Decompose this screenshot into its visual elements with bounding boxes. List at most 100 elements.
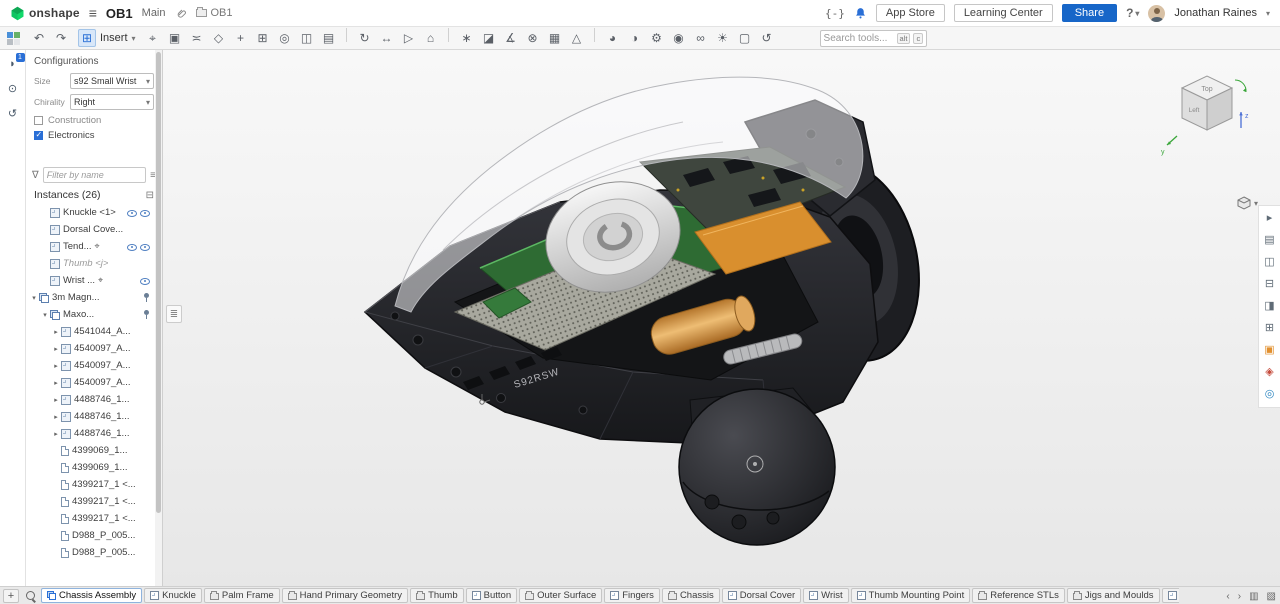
instance-row[interactable]: 4399217_1 <... <box>26 493 152 510</box>
tree-chevron-icon[interactable]: ▾ <box>29 294 39 302</box>
snap-mode-icon[interactable]: ◇ <box>208 28 230 48</box>
eye-icon[interactable] <box>140 276 150 285</box>
tab-knuckle[interactable]: Knuckle <box>144 588 202 603</box>
electronics-checkbox-row[interactable]: Electronics <box>34 130 154 141</box>
document-menu-icon[interactable]: ≡ <box>89 5 97 21</box>
display-states-icon[interactable]: ◑ <box>624 28 646 48</box>
bom-table-icon[interactable]: ▦ <box>544 28 566 48</box>
measure-icon[interactable]: ∡ <box>500 28 522 48</box>
search-tools-input[interactable] <box>824 33 894 44</box>
instance-row[interactable]: ▸4488746_1... <box>26 425 152 442</box>
render-panel-icon[interactable]: ◈ <box>1262 365 1278 380</box>
translate-icon[interactable]: ↔ <box>376 28 398 48</box>
tab-manager-icon[interactable]: ▥ <box>1249 591 1258 602</box>
scroll-tabs-left-icon[interactable]: ‹ <box>1226 591 1229 602</box>
tab-jigs-and-moulds[interactable]: Jigs and Moulds <box>1067 588 1160 603</box>
share-button[interactable]: Share <box>1062 4 1117 22</box>
instance-row[interactable]: ▾Maxo... <box>26 306 152 323</box>
tree-chevron-icon[interactable]: ▸ <box>51 328 61 336</box>
tab-chassis[interactable]: Chassis <box>662 588 720 603</box>
section-view-icon[interactable]: ◪ <box>478 28 500 48</box>
app-store-button[interactable]: App Store <box>876 4 945 22</box>
tab-reference-stls[interactable]: Reference STLs <box>972 588 1065 603</box>
instances-scrollbar[interactable] <box>155 50 162 586</box>
view-mode-button[interactable]: ▾ <box>1237 196 1258 210</box>
tab-button[interactable]: Button <box>466 588 517 603</box>
search-tabs-icon[interactable] <box>22 589 38 603</box>
electronics-checkbox[interactable] <box>34 131 43 140</box>
scroll-tabs-right-icon[interactable]: › <box>1238 591 1241 602</box>
tab-c[interactable]: C <box>1162 588 1179 603</box>
instance-row[interactable]: 4399069_1... <box>26 442 152 459</box>
instance-row[interactable]: 4399069_1... <box>26 459 152 476</box>
pin-icon[interactable] <box>143 293 150 303</box>
tree-chevron-icon[interactable]: ▸ <box>51 413 61 421</box>
instance-row[interactable]: D988_P_005... <box>26 544 152 561</box>
analysis-panel-icon[interactable]: ◎ <box>1262 387 1278 402</box>
instance-row[interactable]: ▾3m Magn... <box>26 289 152 306</box>
mate-icon[interactable]: ⌖ <box>142 28 164 48</box>
instance-row[interactable]: 4399217_1 <... <box>26 476 152 493</box>
instance-row[interactable]: ▸4540097_A... <box>26 357 152 374</box>
spotlight-icon[interactable]: ☀ <box>712 28 734 48</box>
animate-icon[interactable]: ▷ <box>398 28 420 48</box>
comments-icon[interactable]: ◗1 <box>5 56 21 72</box>
filter-icon[interactable]: ∇ <box>32 170 39 181</box>
tree-chevron-icon[interactable]: ▾ <box>40 311 50 319</box>
tab-wrist[interactable]: Wrist <box>803 588 848 603</box>
circular-pattern-icon[interactable]: ◎ <box>274 28 296 48</box>
thumb-ball[interactable] <box>679 389 835 545</box>
eye-icon[interactable] <box>127 208 137 217</box>
tab-chassis-assembly[interactable]: Chassis Assembly <box>41 588 142 603</box>
user-name[interactable]: Jonathan Raines <box>1174 7 1257 19</box>
link-icon[interactable] <box>175 7 187 19</box>
tree-chevron-icon[interactable]: ▸ <box>51 396 61 404</box>
tab-hand-primary-geometry[interactable]: Hand Primary Geometry <box>282 588 408 603</box>
tab-fingers[interactable]: Fingers <box>604 588 660 603</box>
insert-button[interactable]: ⊞ Insert ▾ <box>78 29 136 47</box>
mate-relations-icon[interactable]: ≍ <box>186 28 208 48</box>
document-title[interactable]: OB1 <box>106 6 133 21</box>
eye-icon[interactable] <box>127 242 137 251</box>
tree-chevron-icon[interactable]: ▸ <box>51 345 61 353</box>
tree-chevron-icon[interactable]: ▸ <box>51 362 61 370</box>
tab-thumb-mounting-point[interactable]: Thumb Mounting Point <box>851 588 971 603</box>
appearance-icon[interactable]: ◕ <box>602 28 624 48</box>
tree-chevron-icon[interactable]: ▸ <box>51 379 61 387</box>
instance-row[interactable]: 4399217_1 <... <box>26 510 152 527</box>
instance-row[interactable]: Wrist ...⌖ <box>26 272 152 289</box>
chirality-select[interactable]: Right ▾ <box>70 94 154 110</box>
linear-pattern-icon[interactable]: ⊞ <box>252 28 274 48</box>
replicate-icon[interactable]: ▤ <box>318 28 340 48</box>
undo-icon[interactable]: ↶ <box>28 28 50 48</box>
parent-folder[interactable]: OB1 <box>196 7 233 19</box>
display-options-icon[interactable]: ⊟ <box>1262 277 1278 292</box>
named-views-icon[interactable]: ▤ <box>1262 233 1278 248</box>
view-cube[interactable]: Top Left y z <box>1157 66 1252 158</box>
instance-row[interactable]: D988_P_005... <box>26 527 152 544</box>
assembly-context-icon[interactable] <box>7 32 20 45</box>
onshape-logo[interactable]: onshape <box>10 6 80 21</box>
tab-dorsal-cover[interactable]: Dorsal Cover <box>722 588 801 603</box>
tab-palm-frame[interactable]: Palm Frame <box>204 588 280 603</box>
hole-icon[interactable]: ◉ <box>668 28 690 48</box>
user-avatar[interactable] <box>1148 5 1165 22</box>
3d-viewport[interactable]: S92RSW <box>163 50 1280 586</box>
size-select[interactable]: s92 Small Wrist ▾ <box>70 73 154 89</box>
instance-row[interactable]: ▸4540097_A... <box>26 374 152 391</box>
notifications-bell-icon[interactable] <box>854 6 867 20</box>
isolate-icon[interactable]: ◨ <box>1262 299 1278 314</box>
construction-checkbox[interactable] <box>34 116 43 125</box>
instance-row[interactable]: ▸4488746_1... <box>26 391 152 408</box>
named-positions-icon[interactable]: ⌂ <box>420 28 442 48</box>
tree-chevron-icon[interactable]: ▸ <box>51 430 61 438</box>
featurescript-icon[interactable]: {-} <box>825 7 845 20</box>
workspace-name[interactable]: Main <box>142 7 166 19</box>
comment-icon[interactable]: ▢ <box>734 28 756 48</box>
collapse-panel-icon[interactable]: ▸ <box>1262 211 1278 226</box>
belt-icon[interactable]: ∞ <box>690 28 712 48</box>
revolve-icon[interactable]: ↻ <box>354 28 376 48</box>
configurations-icon[interactable]: ⚙ <box>646 28 668 48</box>
center-of-mass-icon[interactable]: △ <box>566 28 588 48</box>
eye-icon[interactable] <box>140 208 150 217</box>
